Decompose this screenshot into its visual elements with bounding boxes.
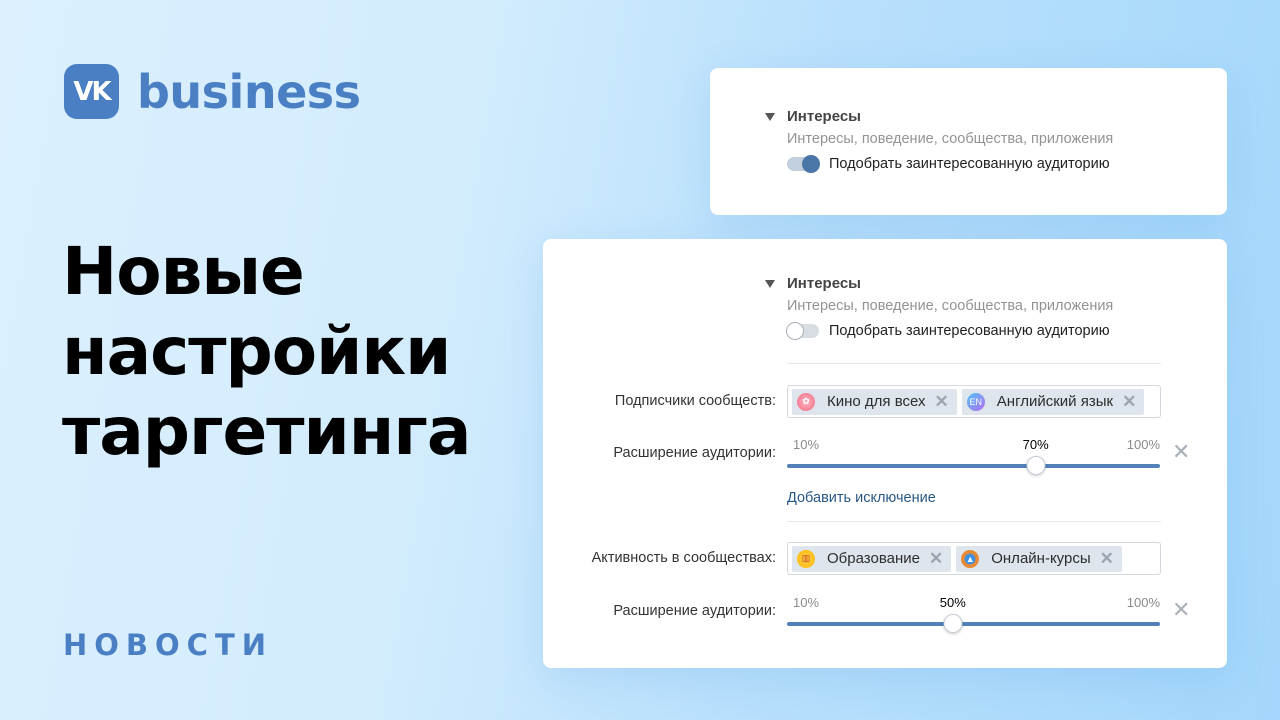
audience-expansion-label: Расширение аудитории: bbox=[613, 445, 776, 461]
slider-min-label: 10% bbox=[793, 437, 820, 452]
interests-header[interactable]: Интересы bbox=[765, 275, 1113, 292]
slider-thumb[interactable] bbox=[1026, 456, 1046, 475]
remove-expansion-icon[interactable]: ✕ bbox=[1172, 439, 1190, 465]
slider-max-label: 100% bbox=[1126, 437, 1160, 452]
interests-card-detailed: Интересы Интересы, поведение, сообщества… bbox=[543, 239, 1227, 668]
tag-label: Кино для всех bbox=[827, 393, 926, 410]
community-tag: ▲ Онлайн-курсы ✕ bbox=[956, 545, 1122, 572]
film-reel-icon: ✿ bbox=[797, 392, 815, 411]
community-tag: ▥ Образование ✕ bbox=[792, 545, 952, 572]
toggle-label: Подобрать заинтересованную аудиторию bbox=[829, 323, 1110, 339]
tag-label: Английский язык bbox=[996, 393, 1114, 410]
interested-audience-toggle[interactable] bbox=[787, 155, 820, 173]
brand-name: business bbox=[137, 64, 361, 119]
remove-expansion-icon[interactable]: ✕ bbox=[1172, 597, 1190, 623]
interested-audience-toggle-row[interactable]: Подобрать заинтересованную аудиторию bbox=[786, 322, 1113, 340]
toggle-knob bbox=[802, 155, 820, 173]
interests-section: Интересы Интересы, поведение, сообщества… bbox=[765, 275, 1114, 340]
remove-tag-icon[interactable]: ✕ bbox=[929, 549, 943, 569]
section-title: Интересы bbox=[787, 108, 861, 125]
headline-line: Новые bbox=[62, 233, 305, 310]
community-tag: EN Английский язык ✕ bbox=[961, 388, 1145, 415]
tag-label: Образование bbox=[827, 550, 920, 567]
remove-tag-icon[interactable]: ✕ bbox=[1122, 392, 1136, 412]
toggle-label: Подобрать заинтересованную аудиторию bbox=[829, 156, 1110, 172]
slider-value-label: 50% bbox=[939, 595, 966, 610]
audience-expansion-slider[interactable]: 10% 50% 100% bbox=[787, 595, 1160, 633]
interested-audience-toggle[interactable] bbox=[786, 322, 819, 340]
community-activity-label: Активность в сообществах: bbox=[591, 550, 776, 566]
audience-expansion-label: Расширение аудитории: bbox=[613, 603, 776, 619]
remove-tag-icon[interactable]: ✕ bbox=[1100, 549, 1114, 569]
vk-business-logo: VK business bbox=[64, 64, 361, 119]
slider-thumb[interactable] bbox=[943, 614, 963, 633]
audience-expansion-slider[interactable]: 10% 70% 100% bbox=[787, 437, 1160, 475]
collapse-triangle-icon[interactable] bbox=[765, 112, 775, 121]
remove-tag-icon[interactable]: ✕ bbox=[935, 392, 949, 412]
books-icon: ▥ bbox=[797, 549, 815, 568]
tag-label: Онлайн-курсы bbox=[991, 550, 1091, 567]
slider-value-label: 70% bbox=[1022, 437, 1049, 452]
graduation-cap-icon: ▲ bbox=[961, 549, 980, 568]
add-exclusion-link[interactable]: Добавить исключение bbox=[787, 490, 936, 506]
interests-header[interactable]: Интересы bbox=[765, 108, 1113, 125]
community-subscribers-input[interactable]: ✿ Кино для всех ✕ EN Английский язык ✕ bbox=[787, 385, 1161, 418]
interests-card-enabled: Интересы Интересы, поведение, сообщества… bbox=[710, 68, 1227, 215]
toggle-knob bbox=[786, 322, 804, 340]
slider-track[interactable] bbox=[787, 614, 1160, 633]
slider-track[interactable] bbox=[787, 456, 1160, 475]
interests-section: Интересы Интересы, поведение, сообщества… bbox=[765, 108, 1114, 173]
section-subtitle: Интересы, поведение, сообщества, приложе… bbox=[787, 131, 1114, 147]
category-label: НОВОСТИ bbox=[63, 628, 274, 662]
community-activity-input[interactable]: ▥ Образование ✕ ▲ Онлайн-курсы ✕ bbox=[787, 542, 1161, 575]
collapse-triangle-icon[interactable] bbox=[765, 279, 775, 288]
english-language-icon: EN bbox=[966, 392, 985, 411]
vk-logo-icon: VK bbox=[64, 64, 119, 119]
divider bbox=[787, 521, 1161, 522]
slider-min-label: 10% bbox=[793, 595, 820, 610]
community-subscribers-label: Подписчики сообществ: bbox=[614, 393, 776, 409]
section-subtitle: Интересы, поведение, сообщества, приложе… bbox=[787, 298, 1114, 314]
slider-max-label: 100% bbox=[1126, 595, 1160, 610]
headline: Новые настройки таргетинга bbox=[62, 232, 471, 472]
headline-line: таргетинга bbox=[62, 393, 471, 470]
section-title: Интересы bbox=[787, 275, 861, 292]
divider bbox=[787, 363, 1161, 364]
headline-line: настройки bbox=[62, 313, 451, 390]
interested-audience-toggle-row[interactable]: Подобрать заинтересованную аудиторию bbox=[787, 155, 1113, 173]
community-tag: ✿ Кино для всех ✕ bbox=[792, 388, 957, 415]
